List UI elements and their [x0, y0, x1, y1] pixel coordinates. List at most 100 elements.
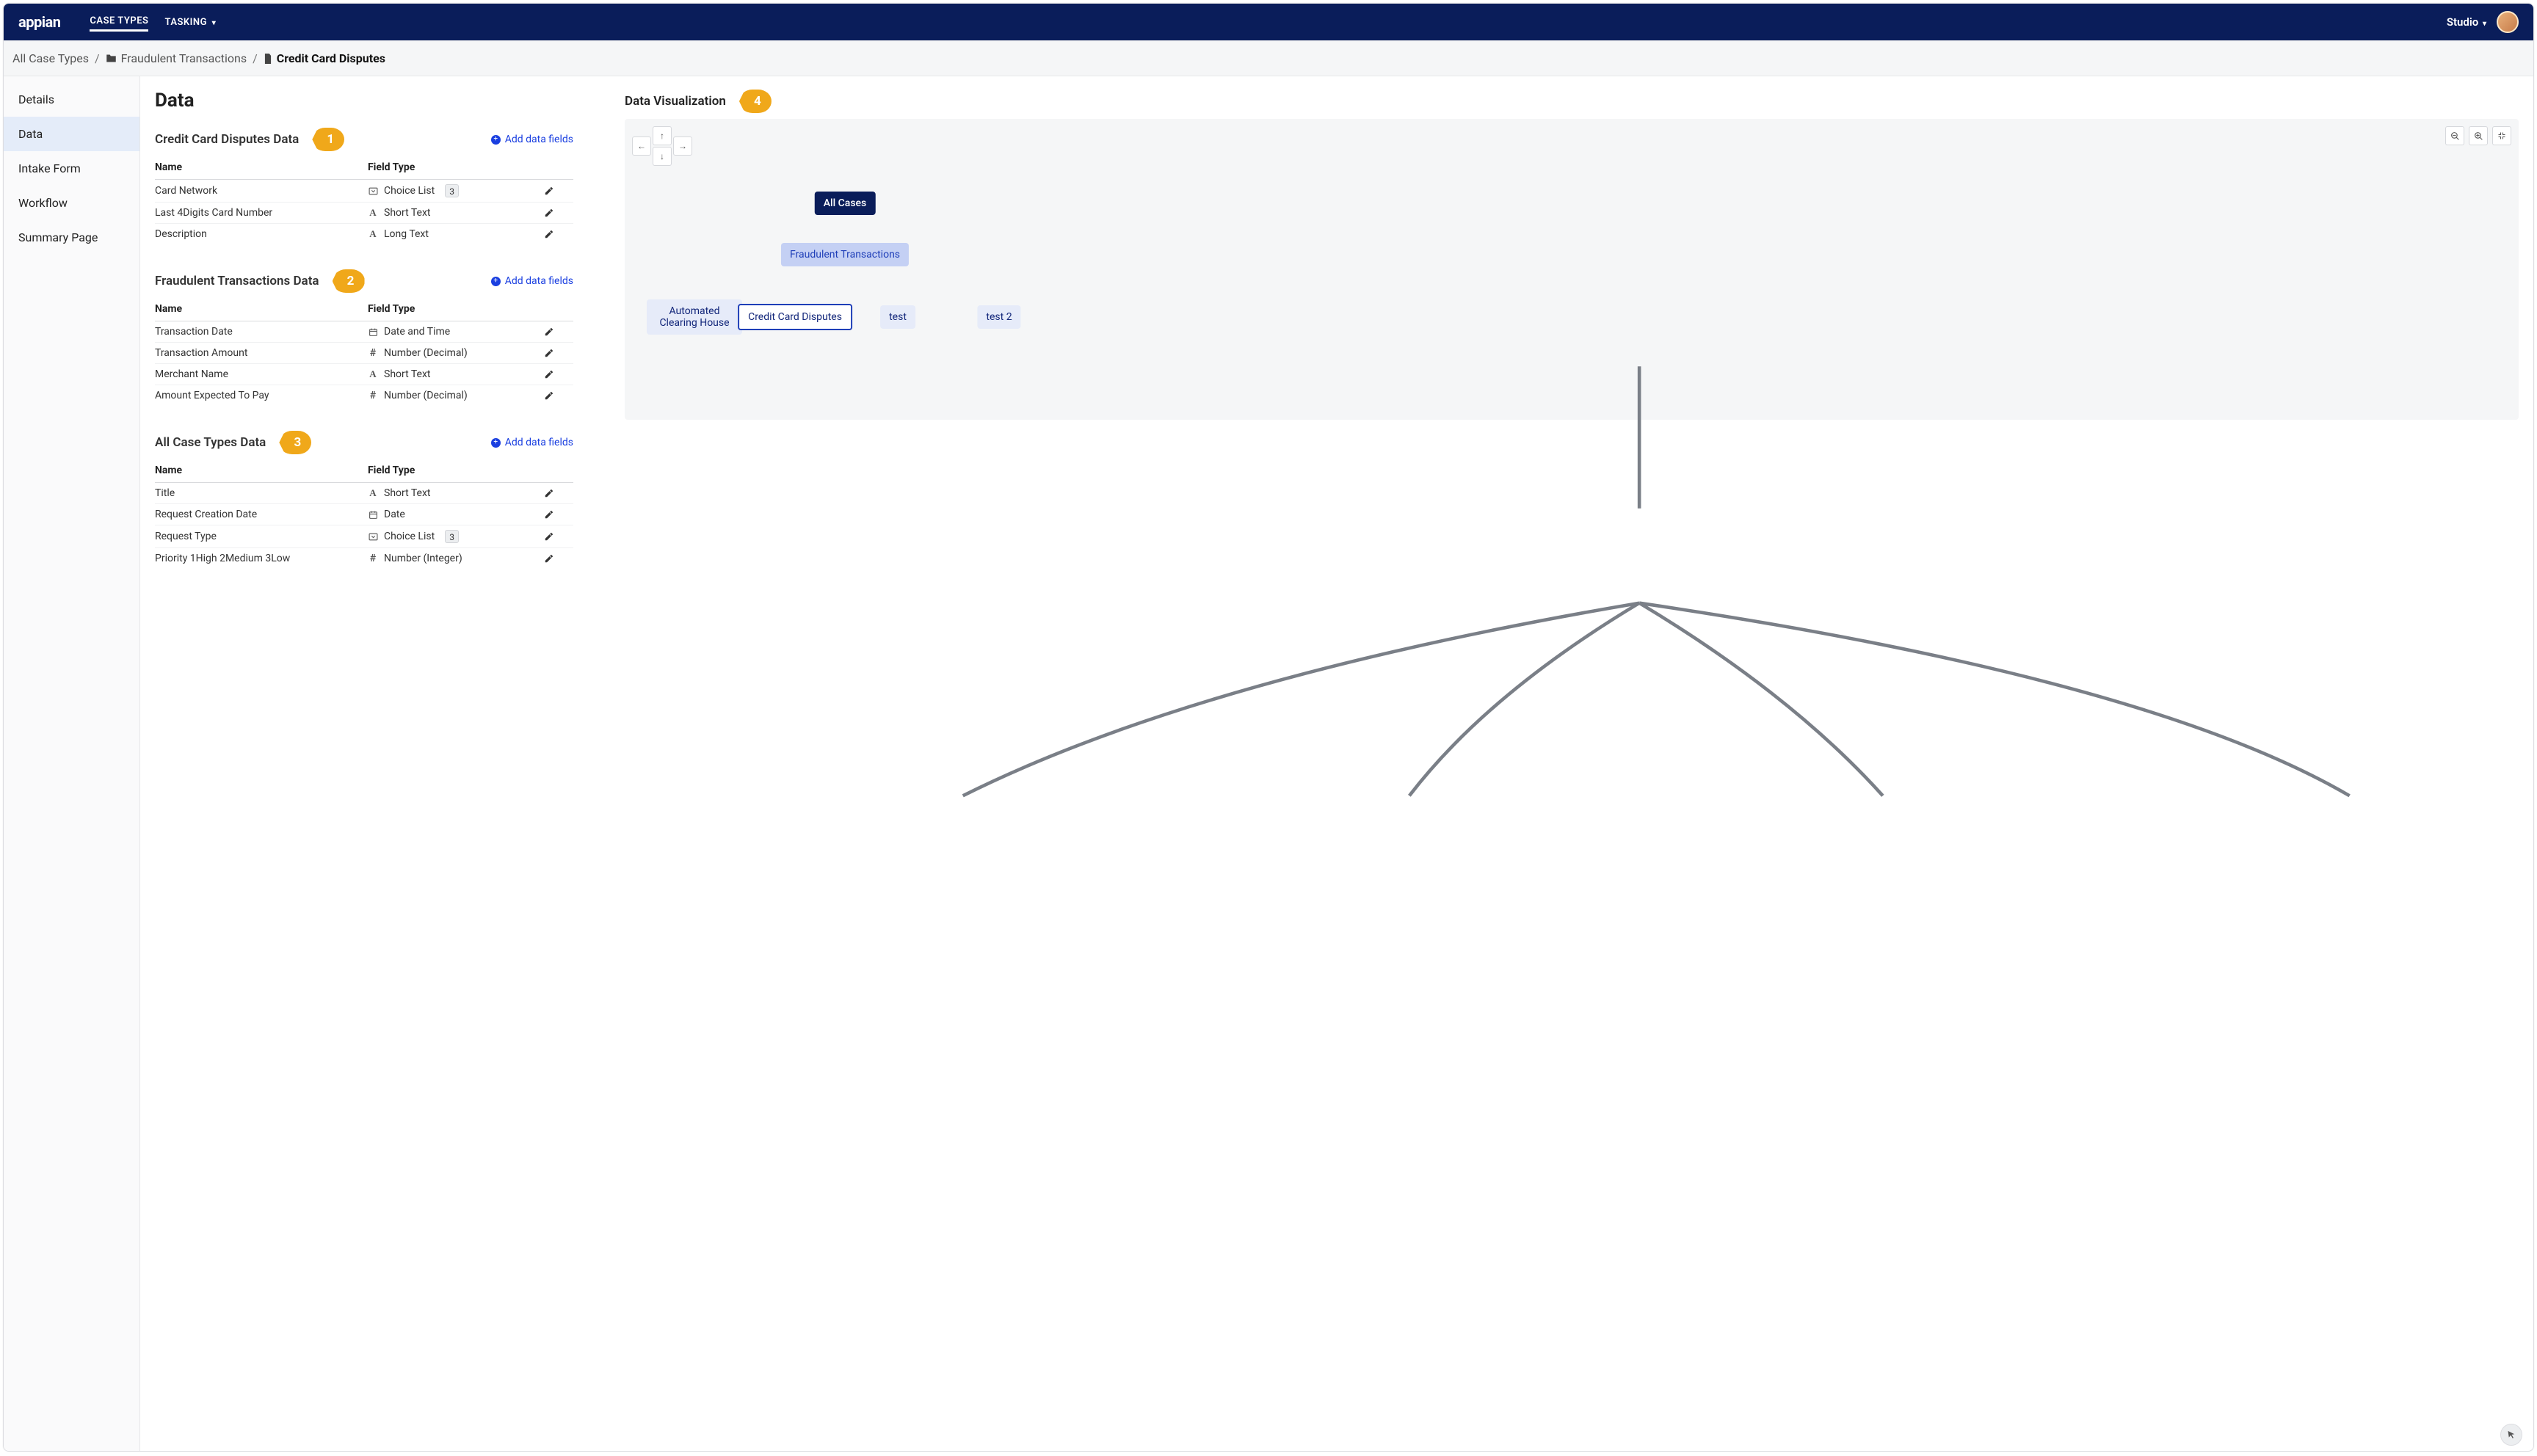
short-type-icon: A — [368, 488, 378, 498]
breadcrumb-root[interactable]: All Case Types — [12, 51, 89, 65]
edit-field-button[interactable] — [544, 364, 573, 385]
add-data-fields-link[interactable]: + Add data fields — [491, 134, 573, 145]
edit-field-button[interactable] — [544, 343, 573, 364]
sidebar-item-workflow[interactable]: Workflow — [4, 186, 139, 220]
field-name: Description — [155, 224, 368, 245]
field-name: Title — [155, 483, 368, 504]
sidebar: Details Data Intake Form Workflow Summar… — [4, 76, 140, 1451]
sidebar-item-summary-page[interactable]: Summary Page — [4, 220, 139, 255]
chevron-down-icon: ▾ — [2483, 20, 2486, 28]
choice-count-badge: 3 — [445, 530, 459, 543]
sidebar-item-intake-form[interactable]: Intake Form — [4, 151, 139, 186]
zoom-in-icon — [2474, 131, 2483, 141]
callout-badge-2: 2 — [333, 269, 365, 293]
edit-icon — [544, 531, 573, 542]
sidebar-item-data[interactable]: Data — [4, 117, 139, 151]
edit-field-button[interactable] — [544, 385, 573, 407]
edit-icon — [544, 208, 573, 218]
pan-down-button[interactable]: ↓ — [653, 147, 672, 166]
arrow-left-icon: ← — [637, 141, 646, 151]
nav-right: Studio ▾ — [2447, 11, 2519, 33]
field-type: Number (Decimal) — [384, 347, 468, 359]
fields-table: Name Field Type Transaction Date Date an… — [155, 297, 573, 406]
edit-field-button[interactable] — [544, 321, 573, 343]
pan-left-button[interactable]: ← — [632, 136, 651, 156]
number-type-icon: # — [368, 348, 378, 358]
data-section: Credit Card Disputes Data 1 + Add data f… — [155, 128, 573, 244]
field-type: Short Text — [384, 487, 431, 499]
edit-field-button[interactable] — [544, 203, 573, 224]
section-title: Credit Card Disputes Data — [155, 132, 299, 147]
breadcrumb: All Case Types / Fraudulent Transactions… — [4, 40, 2533, 76]
tree-node-leaf-1[interactable]: Credit Card Disputes — [738, 304, 852, 330]
pan-up-button[interactable]: ↑ — [653, 126, 672, 145]
edit-field-button[interactable] — [544, 180, 573, 203]
data-section: All Case Types Data 3 + Add data fields … — [155, 431, 573, 569]
user-avatar[interactable] — [2497, 11, 2519, 33]
col-type-header: Field Type — [368, 156, 544, 180]
nav-tab-tasking[interactable]: TASKING ▾ — [164, 14, 216, 31]
col-type-header: Field Type — [368, 297, 544, 321]
field-type: Date — [384, 509, 405, 520]
edit-icon — [544, 348, 573, 358]
edit-field-button[interactable] — [544, 224, 573, 245]
arrow-right-icon: → — [678, 141, 687, 151]
short-type-icon: A — [368, 208, 378, 218]
viz-toolbar: ↑ ← → ↓ — [625, 119, 2519, 163]
help-fab[interactable] — [2500, 1424, 2522, 1446]
edit-field-button[interactable] — [544, 483, 573, 504]
add-data-fields-link[interactable]: + Add data fields — [491, 437, 573, 448]
zoom-out-button[interactable] — [2445, 126, 2464, 145]
col-name-header: Name — [155, 156, 368, 180]
top-nav: appian CASE TYPES TASKING ▾ Studio ▾ — [4, 4, 2533, 40]
tree-node-leaf-0[interactable]: Automated Clearing House — [647, 299, 742, 335]
tree-graph[interactable]: All Cases Fraudulent Transactions Automa… — [625, 170, 2519, 420]
field-name: Priority 1High 2Medium 3Low — [155, 548, 368, 569]
edit-icon — [544, 229, 573, 239]
field-type: Date and Time — [384, 326, 450, 338]
fit-button[interactable] — [2492, 126, 2511, 145]
add-link-label: Add data fields — [505, 134, 573, 145]
tree-node-mid[interactable]: Fraudulent Transactions — [781, 243, 909, 266]
callout-badge-4: 4 — [739, 90, 772, 113]
table-row: Card Network Choice List 3 — [155, 180, 573, 203]
nav-tabs: CASE TYPES TASKING ▾ — [90, 12, 216, 32]
add-data-fields-link[interactable]: + Add data fields — [491, 275, 573, 287]
studio-menu[interactable]: Studio ▾ — [2447, 15, 2486, 29]
field-name: Request Type — [155, 525, 368, 548]
callout-badge-1: 1 — [312, 128, 344, 151]
compress-icon — [2497, 131, 2506, 140]
breadcrumb-folder[interactable]: Fraudulent Transactions — [121, 51, 247, 65]
edit-icon — [544, 186, 573, 196]
breadcrumb-current: Credit Card Disputes — [277, 51, 385, 65]
pan-right-button[interactable]: → — [673, 136, 692, 156]
edit-icon — [544, 488, 573, 498]
choice-count-badge: 3 — [445, 184, 459, 197]
field-name: Transaction Amount — [155, 343, 368, 364]
edit-field-button[interactable] — [544, 504, 573, 525]
tree-node-root[interactable]: All Cases — [815, 192, 876, 215]
table-row: Description A Long Text — [155, 224, 573, 245]
breadcrumb-separator: / — [95, 51, 100, 65]
table-row: Merchant Name A Short Text — [155, 364, 573, 385]
zoom-out-icon — [2450, 131, 2460, 141]
datetime-type-icon — [368, 327, 378, 337]
field-type: Number (Integer) — [384, 553, 462, 564]
short-type-icon: A — [368, 369, 378, 379]
nav-tab-case-types[interactable]: CASE TYPES — [90, 12, 148, 32]
edit-field-button[interactable] — [544, 548, 573, 569]
tree-node-leaf-3[interactable]: test 2 — [977, 305, 1020, 329]
field-type: Long Text — [384, 228, 429, 240]
col-name-header: Name — [155, 297, 368, 321]
tree-node-leaf-2[interactable]: test — [880, 305, 915, 329]
sidebar-item-details[interactable]: Details — [4, 82, 139, 117]
document-icon — [264, 54, 272, 64]
edit-icon — [544, 509, 573, 520]
breadcrumb-separator: / — [253, 51, 258, 65]
edit-field-button[interactable] — [544, 525, 573, 548]
col-type-header: Field Type — [368, 459, 544, 483]
edit-icon — [544, 369, 573, 379]
table-row: Title A Short Text — [155, 483, 573, 504]
zoom-in-button[interactable] — [2469, 126, 2488, 145]
table-row: Transaction Amount # Number (Decimal) — [155, 343, 573, 364]
